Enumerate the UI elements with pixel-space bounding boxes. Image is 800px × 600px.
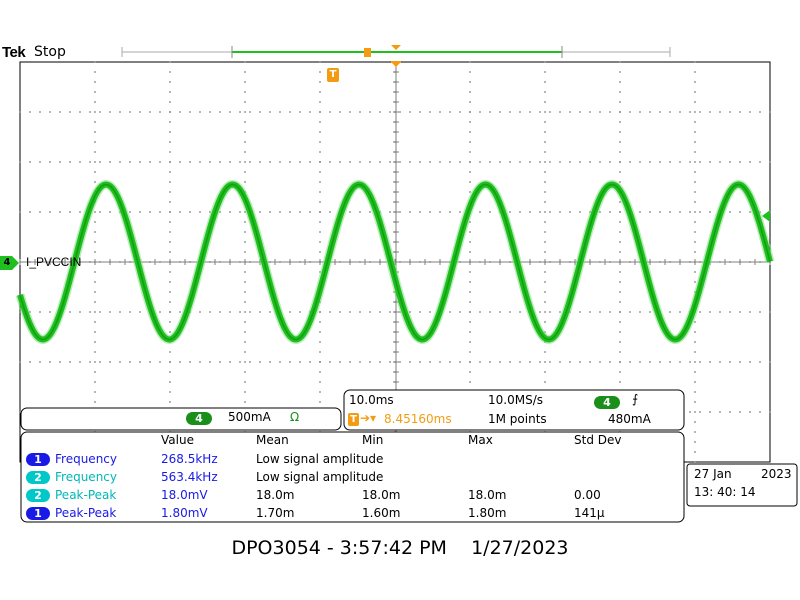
meas-row-name[interactable]: Peak-Peak: [55, 506, 116, 520]
meas-row-channel-badge: 2: [26, 471, 50, 484]
meas-row-min: 1.60m: [362, 506, 401, 520]
trigger-level: 480mA: [608, 412, 651, 426]
brand-logo: Tek: [2, 44, 26, 61]
meas-header-mean: Mean: [256, 433, 289, 447]
record-trigger-marker: [364, 48, 371, 57]
meas-row-std: 141µ: [574, 506, 605, 520]
meas-row-max: 18.0m: [468, 488, 507, 502]
trigger-point-icon: T: [327, 68, 339, 82]
meas-row-std: 0.00: [574, 488, 601, 502]
trigger-position-value: 8.45160ms: [384, 412, 452, 426]
meas-header-min: Min: [362, 433, 384, 447]
meas-row-channel-badge: 1: [26, 453, 50, 466]
meas-row-channel-badge: 1: [26, 507, 50, 520]
clock-time: 13: 40: 14: [694, 485, 756, 499]
channel-4-badge: 4: [186, 412, 212, 425]
meas-row-min: 18.0m: [362, 488, 401, 502]
meas-header-max: Max: [468, 433, 493, 447]
date-day: 27 Jan: [694, 467, 732, 481]
record-length: 1M points: [488, 412, 547, 426]
meas-row-channel-badge: 2: [26, 489, 50, 502]
sample-rate: 10.0MS/s: [488, 393, 543, 407]
channel-4-coupling-icon: Ω: [290, 410, 300, 424]
trigger-position-icon: T: [348, 413, 359, 426]
meas-header-value: Value: [161, 433, 194, 447]
meas-row-value: 563.4kHz: [161, 470, 218, 484]
channel-4-scale: 500mA: [228, 410, 271, 424]
trigger-slope-icon: ⨍: [632, 392, 639, 406]
meas-row-name[interactable]: Frequency: [55, 452, 117, 466]
time-per-division: 10.0ms: [349, 393, 394, 407]
trigger-source-badge: 4: [594, 396, 620, 409]
meas-row-value: 268.5kHz: [161, 452, 218, 466]
meas-row-name[interactable]: Frequency: [55, 470, 117, 484]
screenshot-caption: DPO3054 - 3:57:42 PM 1/27/2023: [231, 537, 569, 559]
meas-row-value: 1.80mV: [161, 506, 208, 520]
acquisition-status: Stop: [34, 44, 66, 60]
trigger-arrow-icon: ➔▾: [360, 411, 377, 425]
meas-row-value: 18.0mV: [161, 488, 208, 502]
channel-4-ground-number: 4: [3, 257, 11, 268]
meas-row-name[interactable]: Peak-Peak: [55, 488, 116, 502]
meas-row-note: Low signal amplitude: [256, 470, 384, 484]
channel-4-label: I_PVCCIN: [26, 255, 82, 269]
meas-row-max: 1.80m: [468, 506, 507, 520]
expansion-point-marker[interactable]: [391, 45, 401, 50]
meas-row-mean: 1.70m: [256, 506, 295, 520]
meas-row-note: Low signal amplitude: [256, 452, 384, 466]
meas-row-mean: 18.0m: [256, 488, 295, 502]
meas-header-stddev: Std Dev: [574, 433, 622, 447]
date-year: 2023: [761, 467, 792, 481]
